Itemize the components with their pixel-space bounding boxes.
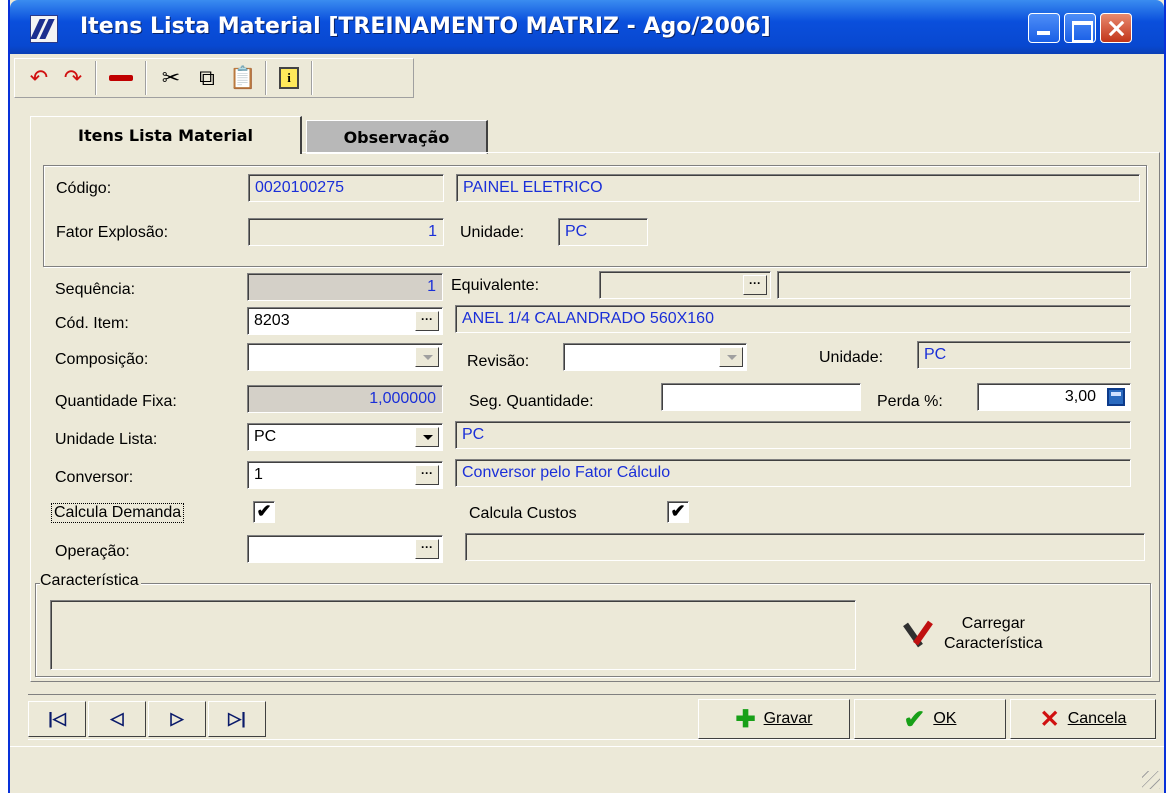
toolbar-separator [265,61,267,95]
quantidade-fixa-label: Quantidade Fixa: [55,393,177,410]
conversor-label: Conversor: [55,469,134,486]
calcula-custos-label: Calcula Custos [469,505,577,522]
cod-item-field[interactable]: 8203 ··· [247,307,443,335]
toolbar: ↶ ↷ ✂ ⧉ 📋 i [14,58,414,98]
composicao-select[interactable] [247,343,443,371]
bottom-bar: |◁ ◁ ▷ ▷| ✚ Gravar ✔ OK ✕ Cancela [28,694,1156,740]
chevron-down-icon[interactable] [415,427,439,447]
next-record-icon[interactable]: ▷ [148,701,206,737]
perda-value: 3,00 [1064,388,1096,405]
caracteristica-label: Característica [40,572,141,590]
copy-icon[interactable]: ⧉ [191,63,223,93]
window-title: Itens Lista Material [TREINAMENTO MATRIZ… [80,14,771,39]
prev-record-icon[interactable]: ◁ [88,701,146,737]
seg-quantidade-label: Seg. Quantidade: [469,393,594,410]
first-record-icon[interactable]: |◁ [28,701,86,737]
fator-explosao-label: Fator Explosão: [56,224,169,241]
fator-explosao-field: 1 [248,218,444,246]
carregar-caracteristica-button[interactable]: Carregar Característica [903,608,1116,660]
cod-item-lookup-button[interactable]: ··· [415,311,439,331]
cancela-label: Cancela [1067,710,1127,727]
calcula-custos-checkbox[interactable]: ✔ [667,501,689,523]
wrench-icon [903,618,938,650]
title-bar[interactable]: Itens Lista Material [TREINAMENTO MATRIZ… [10,0,1164,54]
composicao-label: Composição: [55,351,149,368]
status-bar [10,746,1164,793]
unidade-lista-label: Unidade Lista: [55,431,158,448]
quantidade-fixa-field: 1,000000 [247,385,443,413]
calculator-icon[interactable] [1107,388,1125,406]
delete-icon[interactable] [105,63,137,93]
operacao-lookup-button[interactable]: ··· [415,539,439,559]
tab-itens-lista-material[interactable]: Itens Lista Material [30,116,302,154]
seg-quantidade-field[interactable] [661,383,861,411]
sequencia-field: 1 [247,273,443,301]
conversor-description: Conversor pelo Fator Cálculo [455,459,1131,487]
carregar-caracteristica-text: Carregar Característica [944,614,1043,654]
plus-icon: ✚ [735,705,756,733]
caracteristica-list[interactable] [50,600,856,670]
ok-label: OK [933,710,957,727]
info-icon[interactable]: i [273,63,305,93]
maximize-button[interactable] [1064,13,1096,43]
unidade-lista-value: PC [254,428,277,445]
conversor-field[interactable]: 1 ··· [247,461,443,489]
operacao-label: Operação: [55,543,130,560]
codigo-description: PAINEL ELETRICO [456,174,1140,202]
operacao-field[interactable]: ··· [247,535,443,563]
calcula-demanda-checkbox[interactable]: ✔ [253,501,275,523]
window: Itens Lista Material [TREINAMENTO MATRIZ… [8,0,1166,793]
redo-icon[interactable]: ↷ [57,63,89,93]
resize-grip-icon[interactable] [1142,771,1160,789]
check-icon: ✔ [903,703,926,734]
cod-item-label: Cód. Item: [55,315,129,332]
undo-icon[interactable]: ↶ [23,63,55,93]
header-unidade-field: PC [558,218,648,246]
paste-icon[interactable]: 📋 [227,63,259,93]
chevron-down-icon[interactable] [719,347,743,367]
sequencia-label: Sequência: [55,281,136,298]
tab-observacao[interactable]: Observação [306,120,488,154]
unidade-label: Unidade: [819,349,884,366]
perda-label: Perda %: [877,393,943,410]
close-button[interactable] [1100,13,1132,43]
cancela-button[interactable]: ✕ Cancela [1010,699,1156,739]
chevron-down-icon[interactable] [415,347,439,367]
caracteristica-group: Característica Carregar Característica [35,572,1151,677]
toolbar-separator [311,61,313,95]
revisao-label: Revisão: [467,353,530,370]
unidade-lista-description: PC [455,421,1131,449]
calcula-demanda-label[interactable]: Calcula Demanda [51,503,185,523]
toolbar-separator [145,61,147,95]
toolbar-separator [95,61,97,95]
minimize-button[interactable] [1028,13,1060,43]
gravar-label: Gravar [763,710,813,727]
cut-icon[interactable]: ✂ [155,63,187,93]
equivalente-label: Equivalente: [451,277,540,294]
codigo-field: 0020100275 [248,174,444,202]
ok-button[interactable]: ✔ OK [854,699,1006,739]
carregar-line2: Característica [944,635,1043,652]
header-group: Código: 0020100275 PAINEL ELETRICO Fator… [43,165,1147,267]
conversor-lookup-button[interactable]: ··· [415,465,439,485]
operacao-description [465,533,1145,561]
cod-item-value: 8203 [254,312,290,329]
revisao-select[interactable] [563,343,747,371]
equivalente-field[interactable]: ··· [599,271,771,299]
last-record-icon[interactable]: ▷| [208,701,266,737]
unidade-lista-select[interactable]: PC [247,423,443,451]
unidade-field: PC [917,341,1131,369]
conversor-value: 1 [254,466,263,483]
equivalente-lookup-button[interactable]: ··· [743,275,767,295]
close-icon: ✕ [1039,705,1060,733]
form-panel: Código: 0020100275 PAINEL ELETRICO Fator… [30,152,1160,682]
codigo-label: Código: [56,180,112,197]
carregar-line1: Carregar [961,615,1025,632]
header-unidade-label: Unidade: [460,224,525,241]
equivalente-description [777,271,1131,299]
cod-item-description: ANEL 1/4 CALANDRADO 560X160 [455,305,1131,333]
app-logo-icon [30,15,58,43]
perda-field[interactable]: 3,00 [977,383,1131,411]
gravar-button[interactable]: ✚ Gravar [698,699,850,739]
